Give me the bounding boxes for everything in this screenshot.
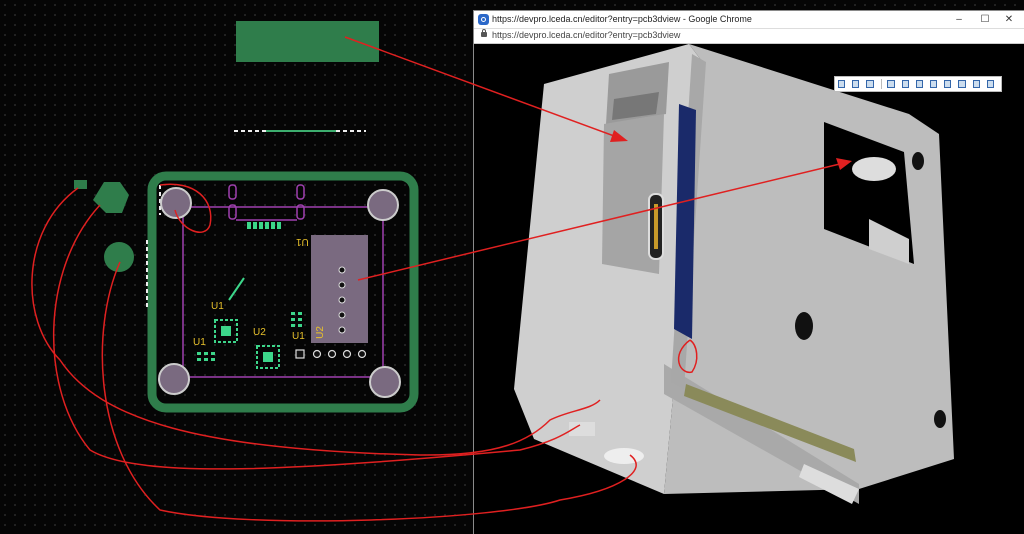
- enclosure-3d-render: [514, 44, 954, 504]
- view-iso-icon[interactable]: [944, 80, 952, 88]
- view-back-icon[interactable]: [901, 80, 909, 88]
- label-u1-chip: U1: [211, 301, 224, 312]
- label-u1-near-pads: U1: [292, 331, 305, 342]
- outside-pad-small[interactable]: [74, 180, 87, 189]
- close-button[interactable]: ✕: [998, 12, 1020, 27]
- view-3d-icon[interactable]: [838, 80, 846, 88]
- screw-hole-top: [912, 152, 924, 170]
- view-left-icon[interactable]: [915, 80, 923, 88]
- label-u2-rotated: U2: [314, 326, 326, 339]
- view-right-icon[interactable]: [929, 80, 938, 88]
- lock-icon: [481, 29, 487, 37]
- chrome-window[interactable]: https://devpro.lceda.cn/editor?entry=pcb…: [474, 11, 1024, 534]
- standoff-cylinder: [852, 157, 896, 181]
- window-titlebar[interactable]: https://devpro.lceda.cn/editor?entry=pcb…: [474, 11, 1024, 29]
- copper-pad-top[interactable]: [236, 21, 379, 62]
- view-toolbar[interactable]: [834, 76, 1002, 92]
- address-bar[interactable]: https://devpro.lceda.cn/editor?entry=pcb…: [474, 29, 1024, 44]
- view-top-icon[interactable]: [852, 80, 860, 88]
- usbc-contacts: [654, 204, 658, 249]
- chip-u1[interactable]: [214, 319, 238, 343]
- header-pins: [295, 349, 367, 359]
- outside-pad-octagon[interactable]: [93, 182, 129, 213]
- bottom-tab: [569, 422, 595, 436]
- minimize-button[interactable]: –: [948, 12, 970, 27]
- layers-icon[interactable]: [958, 80, 966, 88]
- screw-hole-bottom: [934, 410, 946, 428]
- lceda-favicon-icon: [478, 14, 489, 25]
- maximize-button[interactable]: ☐: [974, 12, 996, 27]
- fit-icon[interactable]: [972, 80, 980, 88]
- refresh-icon[interactable]: [986, 80, 994, 88]
- view-bottom-icon[interactable]: [866, 80, 874, 88]
- bottom-hole: [604, 448, 644, 464]
- window-title: https://devpro.lceda.cn/editor?entry=pcb…: [492, 14, 752, 24]
- toolbar-separator: [880, 79, 882, 89]
- enclosure-right-face: [664, 44, 954, 494]
- chip-u2[interactable]: [256, 345, 280, 369]
- small-pads-right: [291, 312, 302, 327]
- view-front-icon[interactable]: [887, 80, 895, 88]
- url-text[interactable]: https://devpro.lceda.cn/editor?entry=pcb…: [492, 30, 680, 40]
- small-pads-left: [197, 352, 215, 361]
- label-u1-small: U1: [193, 337, 206, 348]
- screw-hole-mid: [795, 312, 813, 340]
- label-u2-chip: U2: [253, 327, 266, 338]
- outside-pad-round[interactable]: [104, 242, 134, 272]
- 3d-viewport[interactable]: [474, 44, 1024, 534]
- label-u1-module: U1: [296, 236, 309, 247]
- silk-line: [228, 277, 245, 301]
